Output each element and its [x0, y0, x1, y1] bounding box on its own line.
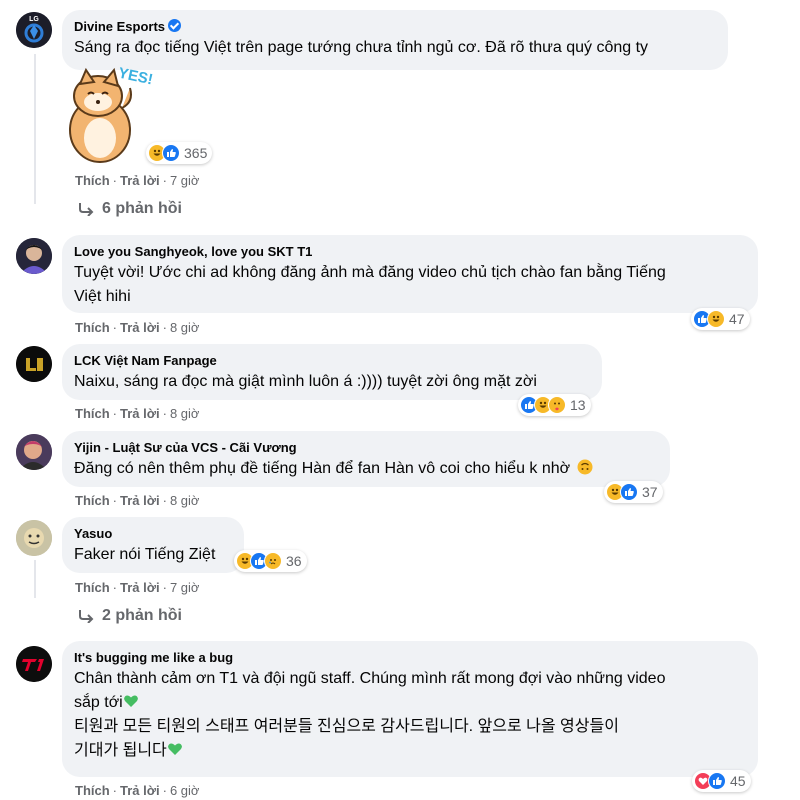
view-replies-button[interactable]: 6 phản hồi: [78, 200, 182, 218]
like-link[interactable]: Thích: [75, 406, 110, 421]
user-photo-icon: [16, 434, 52, 470]
avatar[interactable]: [16, 346, 52, 382]
comment-author[interactable]: LCK Việt Nam Fanpage: [74, 352, 590, 369]
avatar[interactable]: [16, 520, 52, 556]
comment-time[interactable]: 8 giờ: [170, 320, 200, 335]
reaction-summary[interactable]: 45: [692, 770, 751, 792]
thread-line: [34, 560, 36, 598]
reaction-count: 37: [642, 484, 658, 500]
user-photo-icon: [16, 520, 52, 556]
comment-bubble: LCK Việt Nam Fanpage Naixu, sáng ra đọc …: [62, 344, 602, 400]
comment-time[interactable]: 8 giờ: [170, 406, 200, 421]
like-reaction-icon: [620, 483, 638, 501]
like-link[interactable]: Thích: [75, 320, 110, 335]
comment-time[interactable]: 7 giờ: [170, 580, 200, 595]
reply-link[interactable]: Trả lời: [120, 320, 160, 335]
comment-bubble: Divine Esports Sáng ra đọc tiếng Việt tr…: [62, 10, 728, 70]
reaction-summary[interactable]: 365: [146, 142, 213, 164]
reaction-summary[interactable]: 36: [234, 550, 307, 572]
reply-link[interactable]: Trả lời: [120, 783, 160, 798]
reply-link[interactable]: Trả lời: [120, 406, 160, 421]
reply-link[interactable]: Trả lời: [120, 580, 160, 595]
reply-link[interactable]: Trả lời: [120, 173, 160, 188]
reply-arrow-icon: [79, 203, 94, 216]
comment-actions: Thích · Trả lời · 7 giờ: [75, 580, 200, 595]
care-reaction-icon: [548, 396, 566, 414]
upside-down-face-emoji-icon: [577, 459, 593, 475]
comment-actions: Thích · Trả lời · 6 giờ: [75, 783, 200, 798]
comment-bubble: Yijin - Luật Sư của VCS - Cãi Vương Đăng…: [62, 431, 670, 487]
replies-label: 2 phản hồi: [102, 607, 182, 624]
like-reaction-icon: [708, 772, 726, 790]
sad-reaction-icon: [264, 552, 282, 570]
comment-time[interactable]: 8 giờ: [170, 493, 200, 508]
comment-text: Naixu, sáng ra đọc mà giật mình luôn á :…: [74, 373, 537, 390]
reaction-summary[interactable]: 13: [518, 394, 591, 416]
green-heart-emoji-icon: [123, 695, 138, 707]
comment-bubble: It's bugging me like a bug Chân thành cả…: [62, 641, 758, 777]
avatar[interactable]: [16, 434, 52, 470]
view-replies-button[interactable]: 2 phản hồi: [78, 607, 182, 625]
comment-actions: Thích · Trả lời · 8 giờ: [75, 493, 200, 508]
reaction-count: 365: [184, 145, 208, 161]
like-link[interactable]: Thích: [75, 173, 110, 188]
comment-text: Chân thành cảm ơn T1 và đội ngũ staff. C…: [74, 670, 666, 759]
comment-time[interactable]: 6 giờ: [170, 783, 200, 798]
comment-text: Đăng có nên thêm phụ đề tiếng Hàn để fan…: [74, 457, 658, 481]
reply-link[interactable]: Trả lời: [120, 493, 160, 508]
user-photo-icon: [16, 238, 52, 274]
avatar[interactable]: [16, 646, 52, 682]
reaction-summary[interactable]: 37: [604, 481, 663, 503]
reply-arrow-icon: [79, 610, 94, 623]
comment-time[interactable]: 7 giờ: [170, 173, 200, 188]
comment-author[interactable]: Yijin - Luật Sư của VCS - Cãi Vương: [74, 439, 658, 456]
reaction-count: 13: [570, 397, 586, 413]
reaction-count: 45: [730, 773, 746, 789]
t1-logo-icon: [16, 646, 52, 682]
verified-badge-icon: [168, 19, 182, 32]
like-link[interactable]: Thích: [75, 493, 110, 508]
thread-line: [34, 54, 36, 204]
avatar-text: LG: [29, 16, 39, 23]
avatar[interactable]: LG: [16, 12, 52, 48]
comment-actions: Thích · Trả lời · 7 giờ: [75, 173, 200, 188]
green-heart-emoji-icon: [167, 743, 182, 755]
comment-actions: Thích · Trả lời · 8 giờ: [75, 406, 200, 421]
comment-bubble: Love you Sanghyeok, love you SKT T1 Tuyệ…: [62, 235, 758, 313]
comment-actions: Thích · Trả lời · 8 giờ: [75, 320, 200, 335]
comment-author[interactable]: Yasuo: [74, 525, 232, 542]
avatar[interactable]: [16, 238, 52, 274]
like-reaction-icon: [162, 144, 180, 162]
comment-author[interactable]: Divine Esports: [74, 19, 165, 34]
comment-text: Sáng ra đọc tiếng Việt trên page tướng c…: [74, 39, 649, 56]
comment-text: Faker nói Tiếng Ziệt: [74, 546, 216, 563]
like-link[interactable]: Thích: [75, 783, 110, 798]
reaction-count: 36: [286, 553, 302, 569]
haha-reaction-icon: [707, 310, 725, 328]
comment-bubble: Yasuo Faker nói Tiếng Ziệt: [62, 517, 244, 573]
replies-label: 6 phản hồi: [102, 200, 182, 217]
reaction-summary[interactable]: 47: [691, 308, 750, 330]
comment-text: Tuyệt vời! Ước chi ad không đăng ảnh mà …: [74, 264, 666, 305]
lck-vietnam-logo-icon: [16, 346, 52, 382]
reaction-count: 47: [729, 311, 745, 327]
comment-author[interactable]: Love you Sanghyeok, love you SKT T1: [74, 243, 746, 260]
like-link[interactable]: Thích: [75, 580, 110, 595]
comment-author[interactable]: It's bugging me like a bug: [74, 649, 746, 666]
